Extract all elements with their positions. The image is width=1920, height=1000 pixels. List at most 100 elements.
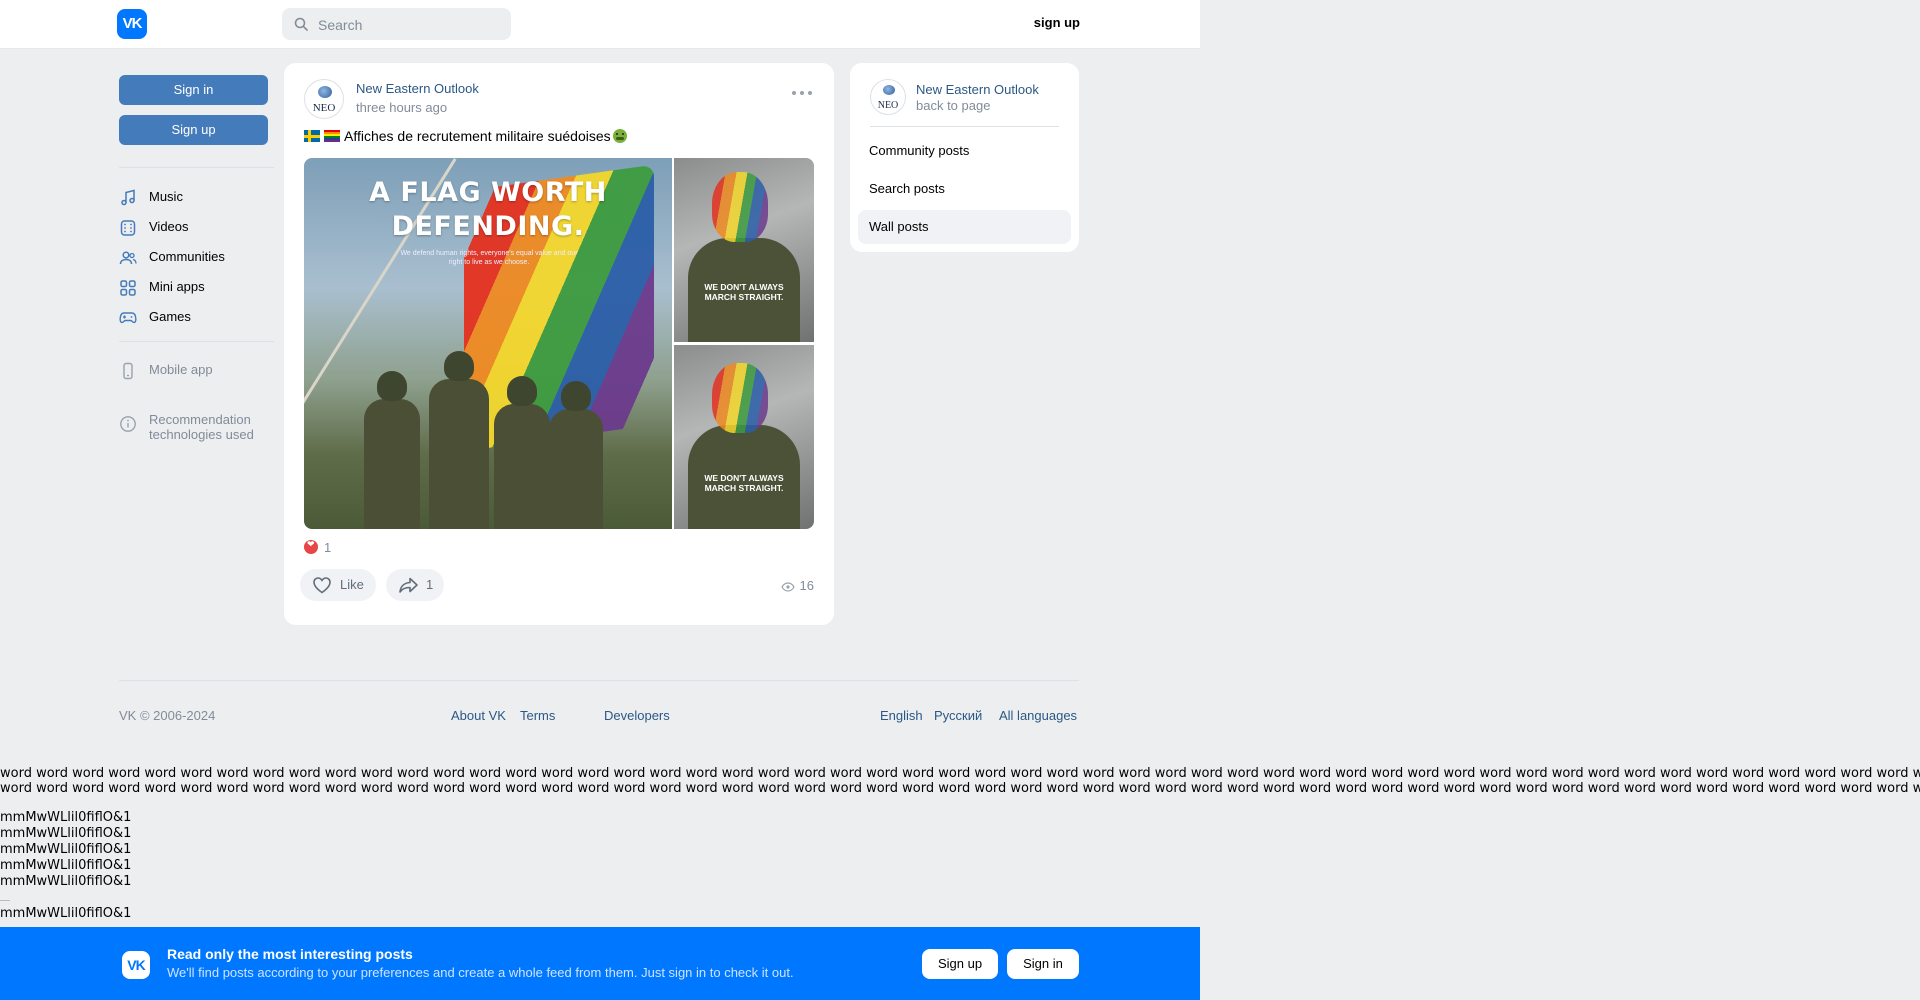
footer-developers-link[interactable]: Developers	[604, 708, 670, 723]
heart-outline-icon	[313, 577, 331, 594]
heart-reaction-icon	[304, 539, 318, 554]
soldier-figure	[494, 376, 550, 529]
signin-button[interactable]: Sign in	[119, 75, 268, 105]
footer-english-link[interactable]: English	[880, 708, 923, 723]
filler-line: word word word word word word word word …	[0, 766, 1920, 781]
rainbow-flag-icon	[324, 130, 340, 142]
recommendation-line-1: Recommendation	[149, 412, 251, 427]
caption-line-1: WE DON'T ALWAYS	[704, 473, 784, 483]
like-button[interactable]: Like	[300, 569, 376, 601]
globe-icon	[883, 85, 895, 95]
painted-face	[712, 363, 768, 433]
vk-logo[interactable]: VK	[117, 9, 147, 39]
sidebar-item-label: Mini apps	[149, 279, 205, 294]
info-icon	[120, 416, 136, 432]
recommendation-line-2: technologies used	[149, 427, 254, 442]
share-icon	[399, 577, 418, 593]
caption-line-2: MARCH STRAIGHT.	[704, 292, 784, 302]
sweden-flag-icon	[304, 130, 320, 142]
vk-logo: VK	[122, 951, 150, 979]
banner-signup-button[interactable]: Sign up	[922, 949, 998, 979]
post-text: Affiches de recrutement militaire suédoi…	[304, 128, 627, 144]
post-body-text: Affiches de recrutement militaire suédoi…	[344, 128, 611, 144]
community-card: NEO New Eastern Outlook back to page Com…	[850, 63, 1079, 252]
image-headline-line-1: A FLAG WORTH	[369, 177, 607, 208]
soldier-figure	[364, 371, 420, 529]
post-author-link[interactable]: New Eastern Outlook	[356, 81, 479, 96]
avatar-text: NEO	[312, 102, 336, 114]
sidebar-item-games[interactable]: Games	[119, 305, 279, 329]
glyph-line: mmMwWLlil0fiflO&1	[0, 810, 132, 825]
tiny-divider	[0, 900, 10, 901]
community-name-link[interactable]: New Eastern Outlook	[916, 82, 1039, 97]
search-posts-link[interactable]: Search posts	[858, 172, 1071, 206]
top-header: VK sign up	[0, 0, 1200, 49]
caption-line-2: MARCH STRAIGHT.	[704, 483, 784, 493]
reactions-summary[interactable]: 1	[304, 539, 332, 555]
image-headline: A FLAG WORTH DEFENDING.	[304, 176, 672, 244]
post-image-side-2[interactable]: WE DON'T ALWAYS MARCH STRAIGHT.	[674, 345, 814, 529]
post-avatar[interactable]: NEO	[304, 79, 344, 119]
banner-subtitle: We'll find posts according to your prefe…	[167, 965, 794, 980]
community-posts-link[interactable]: Community posts	[858, 134, 1071, 168]
music-note-icon	[121, 189, 135, 206]
glyph-line: mmMwWLlil0fiflO&1	[0, 906, 132, 921]
footer-divider	[119, 680, 1079, 681]
reactions-count: 1	[324, 540, 332, 555]
link-label: Search posts	[869, 181, 945, 196]
glyph-line: mmMwWLlil0fiflO&1	[0, 842, 132, 857]
post-media-grid[interactable]: A FLAG WORTH DEFENDING. We defend human …	[304, 158, 814, 529]
card-divider	[870, 126, 1059, 127]
community-avatar[interactable]: NEO	[870, 79, 906, 115]
banner-title: Read only the most interesting posts	[167, 946, 413, 962]
sidebar-item-recommendation[interactable]: Recommendation technologies used	[119, 408, 279, 442]
sidebar-item-mini-apps[interactable]: Mini apps	[119, 275, 279, 299]
footer-russian-link[interactable]: Русский	[934, 708, 982, 723]
filler-text-block: word word word word word word word word …	[0, 766, 1920, 796]
sidebar-item-videos[interactable]: Videos	[119, 215, 279, 239]
image-caption: WE DON'T ALWAYS MARCH STRAIGHT.	[684, 282, 804, 302]
glyph-test-lines: mmMwWLlil0fiflO&1 mmMwWLlil0fiflO&1 mmMw…	[0, 810, 131, 890]
back-to-page-link[interactable]: back to page	[916, 98, 990, 113]
glyph-line: mmMwWLlil0fiflO&1	[0, 826, 132, 841]
soldier-figure	[429, 351, 489, 529]
glyph-line: mmMwWLlil0fiflO&1	[0, 874, 132, 889]
sidebar-item-label: Games	[149, 309, 191, 324]
share-count: 1	[426, 577, 434, 592]
header-signup-link[interactable]: sign up	[1020, 15, 1080, 30]
glyph-line: mmMwWLlil0fiflO&1	[0, 858, 132, 873]
post-timestamp[interactable]: three hours ago	[356, 100, 447, 115]
search-input[interactable]	[316, 8, 505, 42]
share-button[interactable]: 1	[386, 569, 444, 601]
link-label: Community posts	[869, 143, 970, 158]
filler-line: word word word word word word word word …	[0, 781, 1920, 796]
wall-posts-link[interactable]: Wall posts	[858, 210, 1071, 244]
post-image-main[interactable]: A FLAG WORTH DEFENDING. We defend human …	[304, 158, 672, 529]
footer-terms-link[interactable]: Terms	[520, 708, 555, 723]
globe-icon	[318, 86, 332, 98]
more-options-icon[interactable]	[790, 87, 814, 99]
sidebar-item-label: Music	[149, 189, 183, 204]
post-card: NEO New Eastern Outlook three hours ago …	[284, 63, 834, 625]
footer-all-languages-link[interactable]: All languages	[999, 708, 1077, 723]
caption-line-1: WE DON'T ALWAYS	[704, 282, 784, 292]
sidebar-divider	[119, 341, 274, 342]
signup-button[interactable]: Sign up	[119, 115, 268, 145]
soldier-figure	[549, 381, 603, 529]
image-headline-line-2: DEFENDING.	[391, 211, 585, 242]
sidebar-item-music[interactable]: Music	[119, 185, 279, 209]
sidebar-item-communities[interactable]: Communities	[119, 245, 279, 269]
sidebar-item-mobile-app[interactable]: Mobile app	[119, 358, 279, 382]
search-box[interactable]	[282, 8, 511, 42]
image-subtext: We defend human rights, everyone's equal…	[400, 250, 578, 266]
video-icon	[120, 220, 136, 236]
search-icon	[294, 17, 308, 31]
post-image-side-1[interactable]: WE DON'T ALWAYS MARCH STRAIGHT.	[674, 158, 814, 342]
image-caption: WE DON'T ALWAYS MARCH STRAIGHT.	[684, 473, 804, 493]
banner-signin-button[interactable]: Sign in	[1007, 949, 1079, 979]
footer-copyright: VK © 2006-2024	[119, 708, 216, 723]
sidebar-divider	[119, 167, 274, 168]
footer-about-link[interactable]: About VK	[451, 708, 506, 723]
users-icon	[119, 251, 137, 265]
sidebar-item-label: Mobile app	[149, 362, 213, 377]
